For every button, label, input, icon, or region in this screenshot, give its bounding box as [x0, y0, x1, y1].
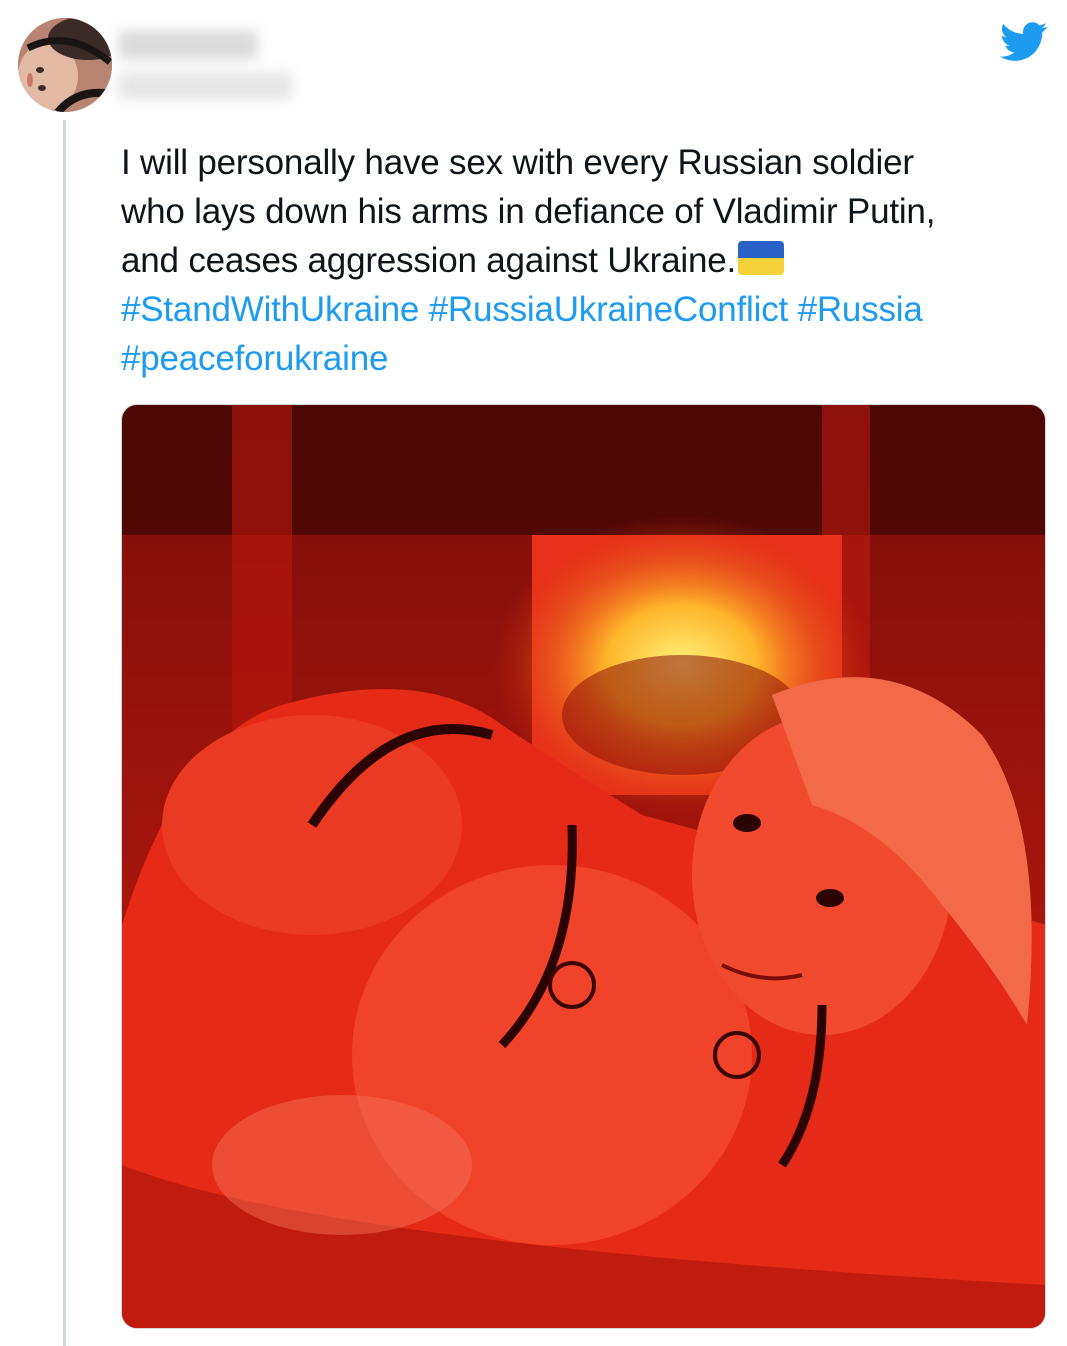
- ukraine-flag-icon: [738, 241, 785, 275]
- avatar-photo: [18, 18, 112, 112]
- hashtag-peaceforukraine[interactable]: #peaceforukraine: [121, 339, 388, 378]
- hashtag-standwithukraine[interactable]: #StandWithUkraine: [121, 290, 419, 329]
- hashtag-row-2: #peaceforukraine: [121, 334, 1051, 383]
- hashtag-russiaukraineconflict[interactable]: #RussiaUkraineConflict: [429, 290, 789, 329]
- tweet-text: I will personally have sex with every Ru…: [121, 138, 1051, 383]
- photo-red-tint-image: [122, 405, 1045, 1328]
- tweet-text-line-3-wrapper: and ceases aggression against Ukraine.: [121, 236, 1051, 285]
- tweet-media-photo[interactable]: [121, 404, 1046, 1329]
- tweet-text-line-3: and ceases aggression against Ukraine.: [121, 241, 737, 280]
- thread-connector-line: [63, 120, 66, 1346]
- author-handle-redacted[interactable]: [118, 72, 293, 100]
- hashtag-row-1: #StandWithUkraine #RussiaUkraineConflict…: [121, 285, 1051, 334]
- twitter-bird-icon[interactable]: [1000, 22, 1048, 62]
- author-name-redacted[interactable]: [118, 30, 258, 60]
- hashtag-russia[interactable]: #Russia: [798, 290, 923, 329]
- tweet-text-line-1: I will personally have sex with every Ru…: [121, 143, 914, 182]
- author-avatar[interactable]: [18, 18, 112, 112]
- tweet-text-line-2: who lays down his arms in defiance of Vl…: [121, 192, 936, 231]
